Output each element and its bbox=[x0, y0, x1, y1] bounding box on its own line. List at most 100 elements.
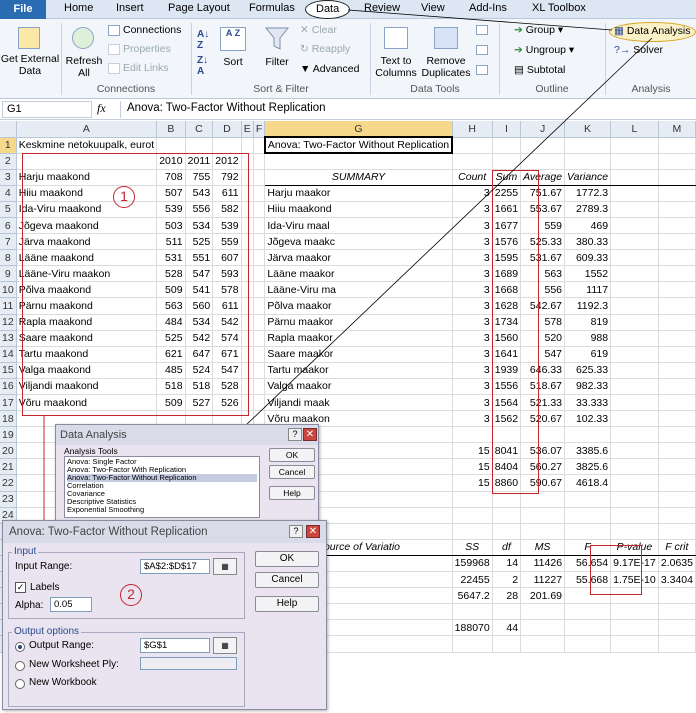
cell[interactable] bbox=[658, 458, 696, 476]
cell[interactable] bbox=[610, 233, 659, 251]
help-button[interactable]: Help bbox=[269, 486, 315, 500]
cell[interactable]: 511 bbox=[156, 233, 186, 251]
cell[interactable]: 525 bbox=[156, 330, 186, 347]
cell[interactable] bbox=[520, 137, 566, 154]
cell[interactable]: 563 bbox=[520, 265, 566, 283]
cell[interactable]: 593 bbox=[212, 265, 242, 283]
cell[interactable]: Variance bbox=[564, 168, 612, 186]
cell[interactable]: 534 bbox=[185, 314, 214, 331]
cell[interactable] bbox=[520, 491, 566, 508]
cell[interactable] bbox=[658, 217, 696, 235]
cell[interactable]: 556 bbox=[185, 201, 214, 218]
cell[interactable] bbox=[253, 362, 266, 379]
cell[interactable]: Anova: Two-Factor Without Replication bbox=[263, 135, 454, 155]
row-header[interactable]: 9 bbox=[0, 265, 17, 283]
tab-formulas[interactable]: Formulas bbox=[249, 2, 295, 14]
cancel-button[interactable]: Cancel bbox=[269, 465, 315, 479]
cell[interactable] bbox=[241, 185, 254, 202]
tab-insert[interactable]: Insert bbox=[116, 2, 144, 14]
data-analysis-button[interactable]: ▦ Data Analysis bbox=[614, 25, 690, 37]
text-to-columns-button[interactable]: Text to Columns bbox=[372, 55, 420, 79]
cell[interactable]: Hiiu maakond bbox=[16, 185, 158, 202]
cell[interactable]: 8404 bbox=[492, 458, 522, 476]
cell[interactable] bbox=[253, 249, 266, 267]
cell[interactable]: 524 bbox=[185, 362, 214, 379]
cell[interactable] bbox=[610, 507, 659, 524]
cell[interactable]: Ida-Viru maakond bbox=[16, 201, 158, 218]
cell[interactable] bbox=[241, 233, 254, 251]
row-header[interactable]: 6 bbox=[0, 217, 17, 235]
cell[interactable] bbox=[253, 153, 266, 170]
cell[interactable]: 2.0635 bbox=[658, 555, 696, 573]
cell[interactable]: 1772.3 bbox=[564, 185, 612, 202]
cell[interactable] bbox=[241, 201, 254, 218]
cell[interactable] bbox=[253, 330, 266, 347]
cell[interactable]: SS bbox=[452, 538, 493, 556]
cell[interactable] bbox=[212, 137, 242, 154]
cell[interactable] bbox=[658, 378, 696, 396]
row-header[interactable]: 10 bbox=[0, 281, 17, 299]
cell[interactable] bbox=[610, 587, 659, 605]
cell[interactable]: 4618.4 bbox=[564, 474, 612, 492]
cell[interactable]: 55.668 bbox=[564, 571, 612, 589]
cell[interactable] bbox=[520, 523, 566, 540]
cell[interactable]: 1564 bbox=[492, 394, 522, 412]
cell[interactable] bbox=[241, 153, 254, 170]
column-header[interactable]: E bbox=[241, 121, 254, 138]
cell[interactable]: 520.67 bbox=[520, 410, 566, 428]
cell[interactable] bbox=[658, 587, 696, 605]
cell[interactable]: 590.67 bbox=[520, 474, 566, 492]
cell[interactable] bbox=[658, 233, 696, 251]
output-range-radio[interactable] bbox=[15, 642, 25, 652]
cell[interactable]: 619 bbox=[564, 346, 612, 363]
tab-view[interactable]: View bbox=[421, 2, 445, 14]
cell[interactable] bbox=[520, 507, 566, 524]
row-header[interactable]: 5 bbox=[0, 201, 17, 218]
column-header[interactable]: A bbox=[16, 121, 158, 138]
cell[interactable] bbox=[610, 185, 659, 202]
cell[interactable]: 609.33 bbox=[564, 249, 612, 267]
cell[interactable]: Rapla maakond bbox=[16, 314, 158, 331]
ok-button[interactable]: OK bbox=[269, 448, 315, 462]
cell[interactable] bbox=[610, 217, 659, 235]
row-header[interactable]: 2 bbox=[0, 153, 17, 170]
cell[interactable]: 625.33 bbox=[564, 362, 612, 379]
cell[interactable]: 1939 bbox=[492, 362, 522, 379]
cell[interactable]: 518.67 bbox=[520, 378, 566, 396]
cell[interactable]: 44 bbox=[492, 619, 522, 637]
cell[interactable] bbox=[253, 297, 266, 315]
cell[interactable]: 1668 bbox=[492, 281, 522, 299]
cell[interactable]: 380.33 bbox=[564, 233, 612, 251]
cell[interactable]: Tartu maakor bbox=[264, 362, 453, 379]
cell[interactable] bbox=[492, 635, 522, 653]
cell[interactable]: 611 bbox=[212, 297, 242, 315]
cell[interactable]: 1192.3 bbox=[564, 297, 612, 315]
cell[interactable]: 503 bbox=[156, 217, 186, 235]
cell[interactable]: 188070 bbox=[452, 619, 493, 637]
cell[interactable] bbox=[610, 458, 659, 476]
cell[interactable]: 485 bbox=[156, 362, 186, 379]
cell[interactable] bbox=[564, 137, 612, 154]
row-header[interactable]: 12 bbox=[0, 314, 17, 331]
cell[interactable] bbox=[241, 346, 254, 363]
row-header[interactable]: 18 bbox=[0, 410, 17, 428]
cell[interactable]: Harju maakor bbox=[264, 185, 453, 202]
new-worksheet-field[interactable] bbox=[140, 657, 237, 670]
cell[interactable]: 547 bbox=[185, 265, 214, 283]
cell[interactable] bbox=[610, 249, 659, 267]
row-header[interactable]: 15 bbox=[0, 362, 17, 379]
cell[interactable]: Keskmine netokuupalk, eurot bbox=[16, 137, 158, 154]
tab-xl-toolbox[interactable]: XL Toolbox bbox=[532, 2, 586, 14]
cell[interactable]: 9.17E-17 bbox=[610, 555, 659, 573]
cell[interactable] bbox=[564, 507, 612, 524]
cell[interactable] bbox=[156, 137, 186, 154]
cell[interactable] bbox=[658, 314, 696, 331]
column-header[interactable]: J bbox=[520, 121, 566, 138]
cell[interactable]: 792 bbox=[212, 169, 242, 186]
row-header[interactable]: 16 bbox=[0, 378, 17, 396]
data-validation-icon[interactable] bbox=[476, 25, 488, 35]
cell[interactable] bbox=[658, 249, 696, 267]
cell[interactable] bbox=[520, 635, 566, 653]
cell[interactable]: 556 bbox=[520, 281, 566, 299]
cell[interactable]: 582 bbox=[212, 201, 242, 218]
